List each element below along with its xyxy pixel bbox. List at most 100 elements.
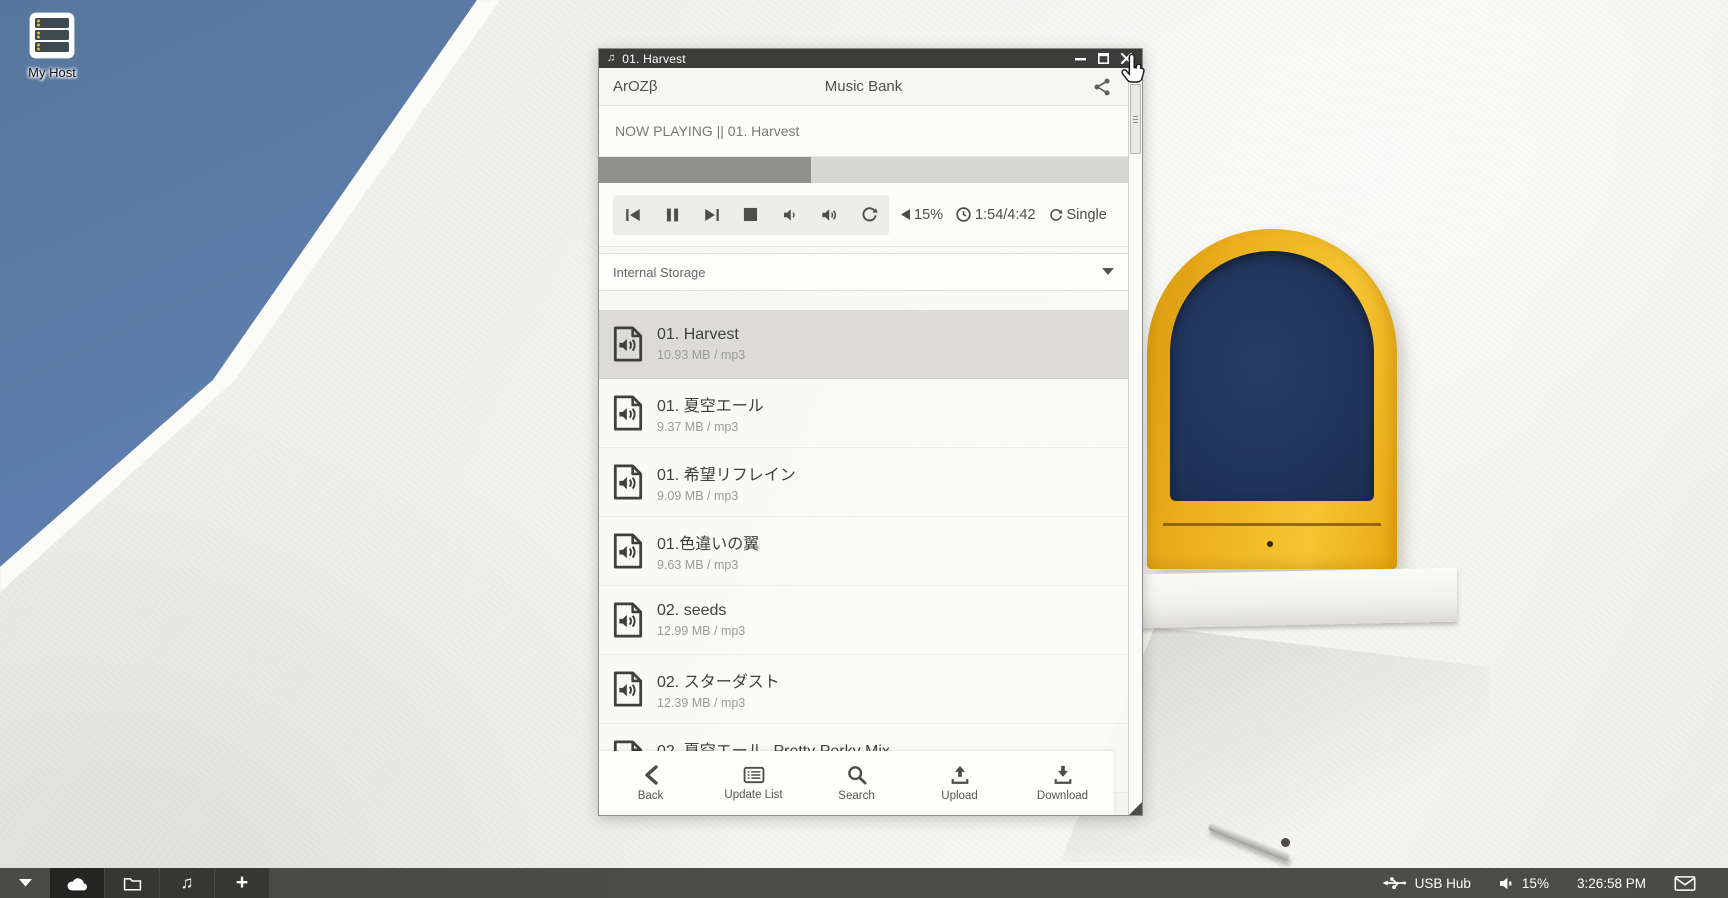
- chevron-down-icon: [1102, 268, 1114, 276]
- player-button-group: [613, 195, 889, 235]
- audio-file-icon: [613, 464, 643, 500]
- taskbar-app-add[interactable]: +: [215, 868, 269, 898]
- track-title: 02. スターダスト: [657, 668, 780, 692]
- track-meta: 10.93 MB / mp3: [657, 348, 745, 362]
- volume-tray-item[interactable]: 15%: [1499, 876, 1549, 891]
- storage-selector-value: Internal Storage: [613, 265, 706, 280]
- app-title: Music Bank: [599, 78, 1128, 95]
- track-title: 01. 夏空エール: [657, 392, 764, 416]
- volume-percent: 15%: [914, 207, 943, 223]
- seek-bar[interactable]: [599, 157, 1128, 183]
- window-scrollbar[interactable]: [1128, 68, 1142, 815]
- taskbar-menu-caret[interactable]: [0, 868, 50, 898]
- player-controls: 15% 1:54/4:42 Single: [599, 183, 1128, 247]
- clock-text: 3:26:58 PM: [1577, 876, 1646, 891]
- playlist-item[interactable]: 01. 夏空エール 9.37 MB / mp3: [599, 379, 1128, 448]
- usb-label: USB Hub: [1415, 876, 1471, 891]
- wallpaper-window-sill: [1139, 568, 1457, 629]
- track-meta: 9.09 MB / mp3: [657, 489, 796, 503]
- audio-file-icon: [613, 395, 643, 431]
- taskbar-app-music[interactable]: ♫: [160, 868, 214, 898]
- download-button[interactable]: Download: [1011, 751, 1114, 815]
- volume-down-button[interactable]: [771, 195, 810, 235]
- window-content: NOW PLAYING || 01. Harvest: [599, 106, 1128, 815]
- music-player-window: ♫ 01. Harvest ArOZβ Music Bank: [598, 48, 1143, 816]
- track-meta: 12.39 MB / mp3: [657, 696, 780, 710]
- storage-selector[interactable]: Internal Storage: [599, 253, 1128, 291]
- audio-file-icon: [613, 671, 643, 707]
- play-mode-text: Single: [1067, 207, 1107, 223]
- playlist-item[interactable]: 01. 希望リフレイン 9.09 MB / mp3: [599, 448, 1128, 517]
- music-note-icon: ♫: [607, 53, 615, 64]
- search-button[interactable]: Search: [805, 751, 908, 815]
- usb-tray-item[interactable]: USB Hub: [1382, 876, 1471, 891]
- server-icon: [28, 12, 76, 60]
- now-playing-bar: NOW PLAYING || 01. Harvest: [599, 106, 1128, 157]
- caret-down-icon: [19, 879, 32, 887]
- previous-track-button[interactable]: [613, 195, 652, 235]
- wallpaper-window-frame-line: [1163, 523, 1381, 526]
- list-icon: [743, 766, 765, 784]
- cloud-icon: [66, 876, 88, 891]
- close-button[interactable]: [1118, 51, 1134, 66]
- search-icon: [847, 765, 867, 785]
- window-titlebar[interactable]: ♫ 01. Harvest: [599, 49, 1142, 68]
- taskbar-volume-percent: 15%: [1522, 876, 1549, 891]
- track-title: 01.色違いの翼: [657, 530, 759, 554]
- replay-button[interactable]: [850, 195, 889, 235]
- wallpaper-window-knob: [1267, 541, 1273, 547]
- playlist-item[interactable]: 01. Harvest 10.93 MB / mp3: [599, 310, 1128, 379]
- repeat-icon: [1049, 208, 1063, 222]
- desktop-icon-my-host[interactable]: My Host: [12, 12, 92, 80]
- next-track-button[interactable]: [692, 195, 731, 235]
- audio-file-icon: [613, 602, 643, 638]
- share-icon[interactable]: [1092, 77, 1112, 97]
- playlist-item[interactable]: 02. スターダスト 12.39 MB / mp3: [599, 655, 1128, 724]
- playlist-item[interactable]: 01.色違いの翼 9.63 MB / mp3: [599, 517, 1128, 586]
- playlist: 01. Harvest 10.93 MB / mp3 01. 夏空エール 9.3…: [599, 310, 1128, 815]
- maximize-button[interactable]: [1095, 51, 1111, 66]
- usb-icon: [1382, 876, 1407, 890]
- taskbar-app-cloud[interactable]: [50, 868, 104, 898]
- clock-tray-item[interactable]: 3:26:58 PM: [1577, 876, 1646, 891]
- download-icon: [1053, 765, 1073, 785]
- messages-tray-item[interactable]: [1674, 876, 1696, 891]
- upload-button[interactable]: Upload: [908, 751, 1011, 815]
- taskbar: ♫ + USB Hub 15% 3:26: [0, 868, 1728, 898]
- envelope-icon: [1674, 876, 1696, 891]
- minimize-button[interactable]: [1072, 51, 1088, 66]
- track-meta: 12.99 MB / mp3: [657, 624, 745, 638]
- update-list-button[interactable]: Update List: [702, 751, 805, 815]
- chevron-left-icon: [643, 765, 659, 785]
- audio-file-icon: [613, 326, 643, 362]
- volume-tri-icon: [901, 209, 910, 220]
- wallpaper-pipe-tip: [1281, 838, 1290, 847]
- desktop: My Host ♫ 01. Harvest ArOZβ Music Bank: [0, 0, 1728, 898]
- playlist-item[interactable]: 02. seeds 12.99 MB / mp3: [599, 586, 1128, 655]
- time-indicator: 1:54/4:42: [956, 207, 1035, 223]
- stop-button[interactable]: [731, 195, 770, 235]
- back-button[interactable]: Back: [599, 751, 702, 815]
- volume-indicator: 15%: [901, 207, 943, 223]
- desktop-icon-label: My Host: [28, 65, 76, 80]
- taskbar-app-files[interactable]: [105, 868, 159, 898]
- progress-fill: [599, 157, 811, 183]
- play-mode[interactable]: Single: [1049, 207, 1107, 223]
- app-header: ArOZβ Music Bank: [599, 68, 1142, 106]
- bottom-toolbar: Back Update List Search Upload Download: [599, 751, 1114, 815]
- resize-handle-icon[interactable]: [1129, 802, 1142, 815]
- speaker-icon: [1499, 877, 1514, 890]
- track-title: 01. Harvest: [657, 326, 745, 344]
- wallpaper-window-glass: [1170, 251, 1374, 501]
- plus-icon: +: [236, 871, 248, 895]
- track-title: 02. seeds: [657, 602, 745, 620]
- now-playing-text: NOW PLAYING || 01. Harvest: [615, 123, 799, 139]
- window-title: 01. Harvest: [622, 52, 686, 66]
- pause-button[interactable]: [652, 195, 691, 235]
- upload-icon: [950, 765, 970, 785]
- music-note-icon: ♫: [181, 873, 194, 893]
- volume-up-button[interactable]: [810, 195, 849, 235]
- clock-icon: [956, 207, 971, 222]
- time-text: 1:54/4:42: [975, 207, 1035, 223]
- scrollbar-thumb[interactable]: [1130, 84, 1141, 154]
